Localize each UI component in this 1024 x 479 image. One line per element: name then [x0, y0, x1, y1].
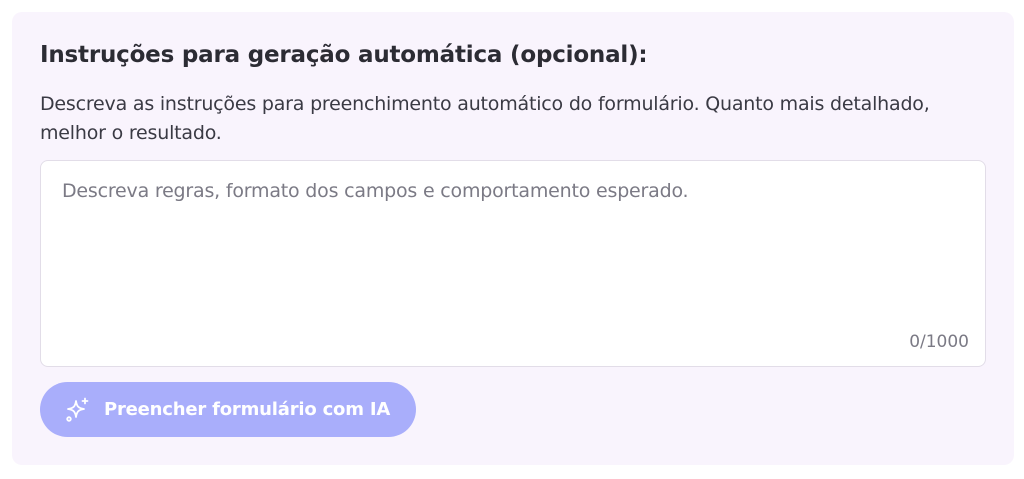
instructions-field-container: 0/1000	[40, 160, 986, 367]
character-counter: 0/1000	[909, 332, 969, 352]
section-description: Descreva as instruções para preenchiment…	[40, 93, 930, 144]
fill-form-with-ai-button[interactable]: Preencher formulário com IA	[40, 382, 417, 437]
fill-form-with-ai-label: Preencher formulário com IA	[104, 399, 391, 420]
ai-instructions-card: Instruções para geração automática (opci…	[12, 12, 1014, 465]
sparkles-icon	[64, 396, 92, 424]
instructions-textarea[interactable]	[41, 161, 985, 366]
section-title: Instruções para geração automática (opci…	[40, 42, 648, 68]
